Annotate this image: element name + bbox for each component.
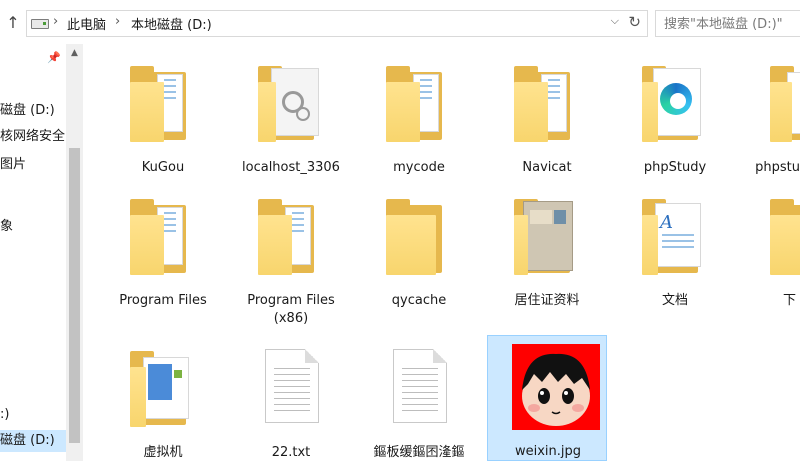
- search-box[interactable]: [655, 10, 800, 37]
- file-item-selected[interactable]: weixin.jpg: [487, 335, 607, 461]
- file-item[interactable]: 下: [743, 185, 800, 311]
- nav-item-drive[interactable]: :): [0, 404, 9, 426]
- nav-scrollbar[interactable]: ▲: [66, 44, 83, 461]
- file-item[interactable]: A 文档: [615, 185, 735, 311]
- address-row: ↑ › 此电脑 › 本地磁盘 (D:) ⌵ ↻: [0, 0, 800, 44]
- text-file-icon: [379, 345, 459, 429]
- file-name: localhost_3306: [242, 160, 340, 175]
- file-item[interactable]: KuGou: [103, 52, 223, 178]
- folder-icon: [251, 193, 331, 277]
- nav-item-label: 象: [0, 219, 14, 234]
- breadcrumb-drive-d[interactable]: 本地磁盘 (D:): [131, 14, 212, 33]
- folder-gear-icon: [251, 60, 331, 144]
- folder-icon: [379, 60, 459, 144]
- file-item[interactable]: phpstu: [743, 52, 800, 178]
- file-item[interactable]: 虚拟机: [103, 337, 223, 463]
- file-name: phpStudy: [643, 160, 707, 175]
- cartoon-face-icon: [512, 344, 600, 430]
- address-bar[interactable]: › 此电脑 › 本地磁盘 (D:) ⌵ ↻: [26, 10, 648, 37]
- file-name: 22.txt: [271, 445, 311, 460]
- file-item[interactable]: mycode: [359, 52, 479, 178]
- file-name: 下: [782, 293, 796, 308]
- file-name: Program Files (x86): [231, 292, 351, 328]
- chevron-up-icon[interactable]: ▲: [66, 48, 83, 58]
- nav-item-pictures[interactable]: 图片: [0, 154, 26, 176]
- file-item[interactable]: Navicat: [487, 52, 607, 178]
- folder-icon: [763, 193, 800, 277]
- file-item[interactable]: 22.txt: [231, 337, 351, 463]
- file-item[interactable]: 鏂板缓鏂囨湰鏂: [359, 337, 479, 463]
- folder-icon: [763, 60, 800, 144]
- file-item[interactable]: 居住证资料: [487, 185, 607, 311]
- file-item[interactable]: qycache: [359, 185, 479, 311]
- folder-word-icon: A: [635, 193, 715, 277]
- refresh-icon[interactable]: ↻: [628, 13, 641, 31]
- file-name: KuGou: [141, 160, 185, 175]
- file-item[interactable]: Program Files (x86): [231, 185, 351, 326]
- nav-item-drive-d-selected[interactable]: 磁盘 (D:): [0, 430, 66, 452]
- file-name: mycode: [393, 160, 445, 175]
- up-arrow-icon[interactable]: ↑: [2, 11, 24, 33]
- file-list: KuGou localhost_3306 mycode Navicat phpS…: [83, 44, 800, 461]
- breadcrumb-this-pc[interactable]: 此电脑: [67, 14, 106, 33]
- chevron-down-icon[interactable]: ⌵: [611, 14, 619, 28]
- folder-icon: [379, 193, 459, 277]
- nav-item-drive-d[interactable]: 磁盘 (D:): [0, 100, 55, 122]
- folder-edge-icon: [635, 60, 715, 144]
- navigation-pane: 📌 磁盘 (D:) 核网络安全( 图片 象 :) 磁盘 (D:): [0, 44, 66, 461]
- file-name: 虚拟机: [143, 445, 183, 460]
- breadcrumb-separator[interactable]: ›: [53, 14, 58, 29]
- file-name: Program Files: [119, 293, 207, 308]
- scroll-thumb[interactable]: [69, 148, 80, 443]
- folder-icon: [507, 60, 587, 144]
- file-name: 文档: [661, 293, 688, 308]
- file-name: weixin.jpg: [514, 444, 582, 459]
- pin-icon[interactable]: 📌: [47, 51, 61, 64]
- file-name: Navicat: [522, 160, 572, 175]
- nav-item-label: :): [0, 407, 10, 422]
- file-name: 鏂板缓鏂囨湰鏂: [373, 445, 465, 460]
- nav-item-label: 磁盘 (D:): [0, 433, 55, 448]
- file-item[interactable]: phpStudy: [615, 52, 735, 178]
- nav-item-network-security[interactable]: 核网络安全(: [0, 126, 66, 148]
- folder-document-icon: [507, 193, 587, 277]
- folder-icon: [123, 60, 203, 144]
- search-input[interactable]: [662, 14, 800, 34]
- folder-icon: [123, 193, 203, 277]
- file-item[interactable]: localhost_3306: [231, 52, 351, 178]
- nav-item-objects[interactable]: 象: [0, 216, 13, 238]
- nav-item-label: 磁盘 (D:): [0, 103, 55, 118]
- nav-item-label: 图片: [0, 157, 27, 172]
- drive-icon: [31, 19, 49, 29]
- file-name: phpstu: [755, 160, 800, 175]
- nav-item-label: 核网络安全(: [0, 129, 66, 144]
- file-name: qycache: [391, 293, 447, 308]
- file-item[interactable]: Program Files: [103, 185, 223, 311]
- breadcrumb-separator[interactable]: ›: [115, 14, 120, 29]
- text-file-icon: [251, 345, 331, 429]
- folder-vm-icon: [123, 345, 203, 429]
- file-name-line1: Program Files: [247, 293, 335, 308]
- weixin-thumbnail: [512, 344, 600, 430]
- file-name: 居住证资料: [514, 293, 580, 308]
- image-file-icon: [508, 344, 600, 430]
- file-name-line2: (x86): [273, 311, 309, 326]
